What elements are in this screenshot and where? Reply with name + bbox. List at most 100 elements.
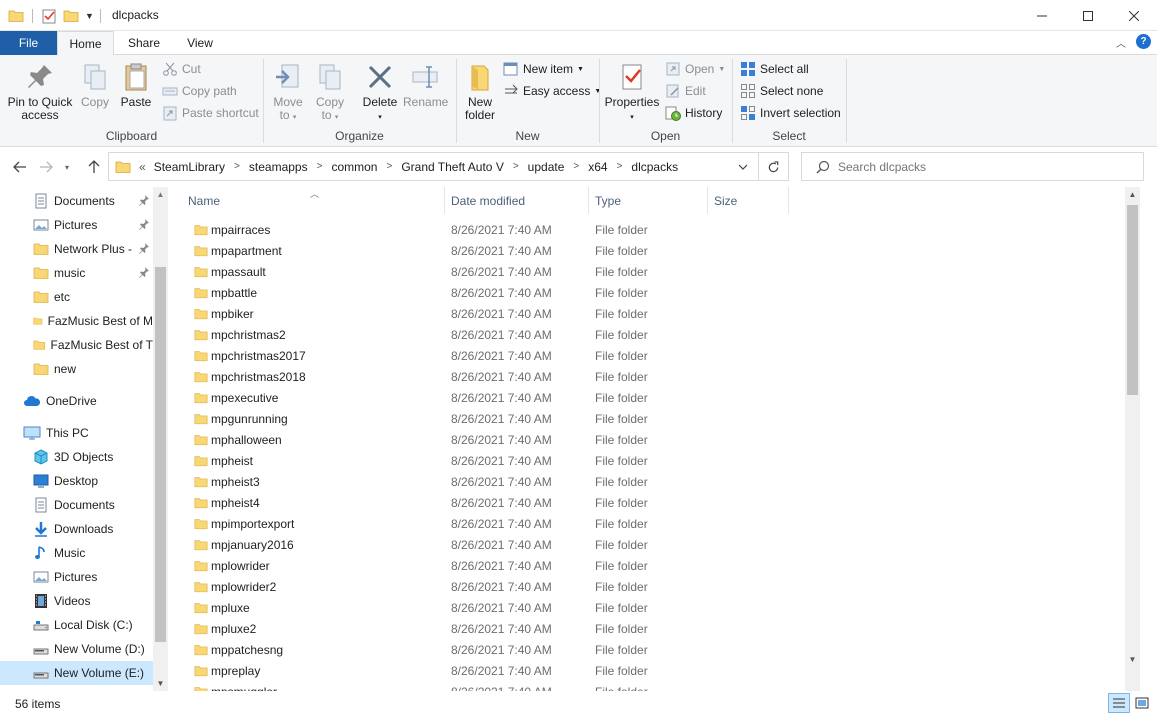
scroll-thumb[interactable] bbox=[1127, 205, 1138, 395]
chevron-right-icon[interactable]: > bbox=[386, 161, 392, 172]
minimize-button[interactable] bbox=[1019, 0, 1065, 31]
pin-icon[interactable] bbox=[138, 194, 150, 209]
copy-path-button[interactable]: Copy path bbox=[162, 81, 237, 101]
tab-file[interactable]: File bbox=[0, 31, 57, 55]
scroll-down-arrow-icon[interactable]: ▼ bbox=[153, 676, 168, 691]
help-icon[interactable]: ? bbox=[1136, 34, 1151, 49]
large-icons-view-button[interactable] bbox=[1132, 693, 1152, 713]
nav-item-fazmusic-t[interactable]: FazMusic Best of T bbox=[0, 333, 153, 357]
nav-item-documents-pc[interactable]: Documents bbox=[0, 493, 153, 517]
paste-button[interactable]: Paste bbox=[117, 61, 155, 109]
address-history-button[interactable] bbox=[733, 158, 753, 176]
history-button[interactable]: History bbox=[665, 103, 722, 123]
table-row[interactable]: mpsmuggler8/26/2021 7:40 AMFile folder bbox=[182, 682, 782, 691]
table-row[interactable]: mpexecutive 8/26/2021 7:40 AM File folder bbox=[182, 388, 782, 409]
table-row[interactable]: mpluxe 8/26/2021 7:40 AM File folder bbox=[182, 598, 782, 619]
pin-icon[interactable] bbox=[138, 242, 150, 257]
chevron-right-icon[interactable]: > bbox=[234, 161, 240, 172]
table-row[interactable]: mpluxe2 8/26/2021 7:40 AM File folder bbox=[182, 619, 782, 640]
nav-scrollbar[interactable]: ▲ ▼ bbox=[153, 187, 168, 691]
tab-view[interactable]: View bbox=[176, 31, 224, 55]
customize-toolbar-chevron-icon[interactable]: ▼ bbox=[85, 11, 94, 21]
table-row[interactable]: mpimportexport 8/26/2021 7:40 AM File fold… bbox=[182, 514, 782, 535]
table-row[interactable]: mpapartment 8/26/2021 7:40 AM File folder bbox=[182, 241, 782, 262]
collapse-ribbon-chevron-icon[interactable]: ︿ bbox=[1116, 35, 1126, 50]
new-folder-icon[interactable] bbox=[63, 8, 79, 24]
breadcrumb-item[interactable]: SteamLibrary bbox=[154, 160, 225, 174]
table-row[interactable]: mphalloween 8/26/2021 7:40 AM File folder bbox=[182, 430, 782, 451]
copy-button[interactable]: Copy bbox=[76, 61, 114, 109]
nav-item-music[interactable]: Music bbox=[0, 541, 153, 565]
nav-item-documents[interactable]: Documents bbox=[0, 189, 153, 213]
table-row[interactable]: mpbiker 8/26/2021 7:40 AM File folder bbox=[182, 304, 782, 325]
nav-item-this-pc[interactable]: This PC bbox=[0, 421, 153, 445]
nav-item-new-volume-d[interactable]: New Volume (D:) bbox=[0, 637, 153, 661]
table-row[interactable]: mpheist4 8/26/2021 7:40 AM File folder bbox=[182, 493, 782, 514]
address-bar[interactable]: « SteamLibrary > steamapps > common > Gr… bbox=[108, 152, 789, 181]
nav-item-desktop[interactable]: Desktop bbox=[0, 469, 153, 493]
scroll-up-arrow-icon[interactable]: ▲ bbox=[153, 187, 168, 202]
search-box[interactable] bbox=[801, 152, 1144, 181]
breadcrumb-overflow[interactable]: « bbox=[139, 160, 146, 174]
tab-share[interactable]: Share bbox=[119, 31, 169, 55]
refresh-button[interactable] bbox=[762, 158, 784, 176]
breadcrumb-item[interactable]: steamapps bbox=[249, 160, 308, 174]
back-button[interactable] bbox=[10, 157, 30, 177]
nav-item-downloads[interactable]: Downloads bbox=[0, 517, 153, 541]
table-row[interactable]: mpreplay 8/26/2021 7:40 AM File folder bbox=[182, 661, 782, 682]
column-header-type[interactable]: Type bbox=[589, 187, 707, 214]
table-row[interactable]: mpgunrunning 8/26/2021 7:40 AM File folder bbox=[182, 409, 782, 430]
scroll-up-arrow-icon[interactable]: ▲ bbox=[1125, 187, 1140, 202]
pin-icon[interactable] bbox=[138, 266, 150, 281]
up-button[interactable] bbox=[84, 157, 104, 177]
nav-item-3d-objects[interactable]: 3D Objects bbox=[0, 445, 153, 469]
maximize-button[interactable] bbox=[1065, 0, 1111, 31]
nav-item-fazmusic-m[interactable]: FazMusic Best of M bbox=[0, 309, 153, 333]
copy-to-button[interactable]: Copy to ▾ bbox=[310, 61, 350, 124]
easy-access-button[interactable]: Easy access ▼ bbox=[503, 81, 601, 101]
forward-button[interactable] bbox=[36, 157, 56, 177]
breadcrumb-item[interactable]: x64 bbox=[588, 160, 607, 174]
cut-button[interactable]: Cut bbox=[162, 59, 201, 79]
table-row[interactable]: mpchristmas2018 8/26/2021 7:40 AM File fol… bbox=[182, 367, 782, 388]
table-row[interactable]: mpchristmas2017 8/26/2021 7:40 AM File fol… bbox=[182, 346, 782, 367]
column-divider[interactable] bbox=[788, 187, 789, 214]
search-input[interactable] bbox=[838, 159, 1128, 174]
chevron-right-icon[interactable]: > bbox=[513, 161, 519, 172]
table-row[interactable]: mplowrider 8/26/2021 7:40 AM File folder bbox=[182, 556, 782, 577]
table-row[interactable]: mpheist 8/26/2021 7:40 AM File folder bbox=[182, 451, 782, 472]
table-row[interactable]: mpairraces 8/26/2021 7:40 AM File folder bbox=[182, 220, 782, 241]
chevron-right-icon[interactable]: > bbox=[573, 161, 579, 172]
details-view-button[interactable] bbox=[1108, 693, 1130, 713]
breadcrumb-item[interactable]: Grand Theft Auto V bbox=[401, 160, 504, 174]
scroll-down-arrow-icon[interactable]: ▼ bbox=[1125, 652, 1140, 667]
nav-item-network-plus[interactable]: Network Plus - bbox=[0, 237, 153, 261]
scroll-thumb[interactable] bbox=[155, 267, 166, 642]
pin-to-quick-access-button[interactable]: Pin to Quick access bbox=[4, 61, 76, 122]
open-button[interactable]: Open ▼ bbox=[665, 59, 725, 79]
nav-item-videos[interactable]: Videos bbox=[0, 589, 153, 613]
table-row[interactable]: mpchristmas2 8/26/2021 7:40 AM File folder bbox=[182, 325, 782, 346]
nav-item-pictures-pc[interactable]: Pictures bbox=[0, 565, 153, 589]
table-row[interactable]: mpheist3 8/26/2021 7:40 AM File folder bbox=[182, 472, 782, 493]
table-row[interactable]: mpassault 8/26/2021 7:40 AM File folder bbox=[182, 262, 782, 283]
column-header-size[interactable]: Size bbox=[708, 187, 788, 214]
properties-button[interactable]: Properties ▾ bbox=[604, 61, 660, 124]
edit-button[interactable]: Edit bbox=[665, 81, 706, 101]
close-button[interactable] bbox=[1111, 0, 1157, 31]
pin-icon[interactable] bbox=[138, 218, 150, 233]
new-folder-button[interactable]: New folder bbox=[460, 61, 500, 122]
rename-button[interactable]: Rename bbox=[403, 61, 448, 109]
nav-item-onedrive[interactable]: OneDrive bbox=[0, 389, 153, 413]
new-item-button[interactable]: New item ▼ bbox=[503, 59, 584, 79]
table-row[interactable]: mpbattle 8/26/2021 7:40 AM File folder bbox=[182, 283, 782, 304]
table-row[interactable]: mppatchesng 8/26/2021 7:40 AM File folder bbox=[182, 640, 782, 661]
invert-selection-button[interactable]: Invert selection bbox=[740, 103, 841, 123]
chevron-right-icon[interactable]: > bbox=[617, 161, 623, 172]
paste-shortcut-button[interactable]: Paste shortcut bbox=[162, 103, 259, 123]
breadcrumb-item[interactable]: dlcpacks bbox=[631, 160, 678, 174]
nav-item-local-disk-c[interactable]: Local Disk (C:) bbox=[0, 613, 153, 637]
nav-item-new[interactable]: new bbox=[0, 357, 153, 381]
tab-home[interactable]: Home bbox=[57, 31, 114, 56]
recent-locations-button[interactable]: ▾ bbox=[60, 157, 74, 177]
